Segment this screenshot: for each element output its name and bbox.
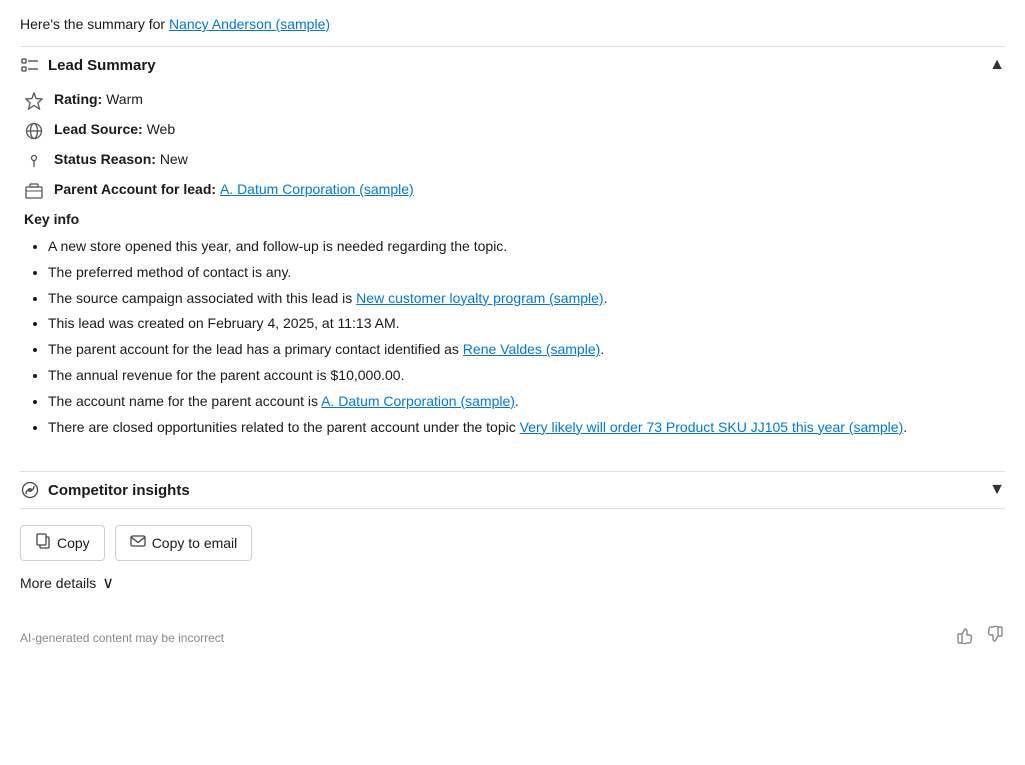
copy-button[interactable]: Copy bbox=[20, 525, 105, 561]
nancy-anderson-link[interactable]: Nancy Anderson (sample) bbox=[169, 16, 330, 32]
key-info-list: A new store opened this year, and follow… bbox=[24, 235, 1005, 439]
thumbs-down-icon[interactable] bbox=[985, 625, 1005, 650]
campaign-link[interactable]: New customer loyalty program (sample) bbox=[356, 290, 603, 306]
action-buttons: Copy Copy to email bbox=[20, 525, 1005, 561]
key-info-item-6: The annual revenue for the parent accoun… bbox=[48, 364, 1005, 388]
rating-icon bbox=[24, 91, 44, 111]
key-info-item-2: The preferred method of contact is any. bbox=[48, 261, 1005, 285]
key-info-item-7: The account name for the parent account … bbox=[48, 390, 1005, 414]
copy-to-email-label: Copy to email bbox=[152, 535, 238, 551]
lead-summary-chevron: ▲ bbox=[989, 56, 1005, 74]
a-datum-link[interactable]: A. Datum Corporation (sample) bbox=[321, 393, 515, 409]
parent-account-icon bbox=[24, 181, 44, 201]
key-info-item-5: The parent account for the lead has a pr… bbox=[48, 338, 1005, 362]
lead-source-label: Lead Source: bbox=[54, 121, 147, 137]
footer-row: AI-generated content may be incorrect bbox=[20, 617, 1005, 650]
status-reason-field: Status Reason: New bbox=[54, 151, 188, 167]
rating-value: Warm bbox=[106, 91, 143, 107]
parent-account-link[interactable]: A. Datum Corporation (sample) bbox=[220, 181, 414, 197]
feedback-icons bbox=[955, 625, 1005, 650]
intro-text: Here's the summary for bbox=[20, 16, 169, 32]
competitor-insights-header-left: Competitor insights bbox=[20, 480, 190, 500]
competitor-insights-title: Competitor insights bbox=[48, 482, 190, 499]
competitor-insights-header[interactable]: Competitor insights ▼ bbox=[20, 471, 1005, 509]
rating-label: Rating: bbox=[54, 91, 106, 107]
more-details-label: More details bbox=[20, 575, 96, 591]
copy-to-email-button[interactable]: Copy to email bbox=[115, 525, 253, 561]
lead-source-value: Web bbox=[147, 121, 176, 137]
key-info-item-1: A new store opened this year, and follow… bbox=[48, 235, 1005, 259]
lead-summary-title: Lead Summary bbox=[48, 57, 156, 74]
status-reason-row: Status Reason: New bbox=[20, 151, 1005, 171]
status-reason-value: New bbox=[160, 151, 188, 167]
status-reason-icon bbox=[24, 151, 44, 171]
rene-valdes-link[interactable]: Rene Valdes (sample) bbox=[463, 341, 600, 357]
key-info-item-8: There are closed opportunities related t… bbox=[48, 416, 1005, 440]
parent-account-field: Parent Account for lead: A. Datum Corpor… bbox=[54, 181, 414, 197]
parent-account-row: Parent Account for lead: A. Datum Corpor… bbox=[20, 181, 1005, 201]
copy-to-email-icon bbox=[130, 533, 146, 553]
ai-disclaimer: AI-generated content may be incorrect bbox=[20, 631, 224, 645]
more-details-row[interactable]: More details ∨ bbox=[20, 573, 1005, 593]
lead-source-field: Lead Source: Web bbox=[54, 121, 175, 137]
lead-summary-header-left: Lead Summary bbox=[20, 55, 156, 75]
more-details-chevron: ∨ bbox=[102, 573, 114, 593]
rating-field: Rating: Warm bbox=[54, 91, 143, 107]
key-info-item-4: This lead was created on February 4, 202… bbox=[48, 312, 1005, 336]
intro-line: Here's the summary for Nancy Anderson (s… bbox=[20, 16, 1005, 32]
opportunity-link[interactable]: Very likely will order 73 Product SKU JJ… bbox=[520, 419, 904, 435]
lead-summary-icon bbox=[20, 55, 40, 75]
lead-summary-body: Rating: Warm Lead Source: Web Status Rea… bbox=[20, 83, 1005, 463]
lead-source-row: Lead Source: Web bbox=[20, 121, 1005, 141]
competitor-insights-chevron: ▼ bbox=[989, 481, 1005, 499]
lead-source-icon bbox=[24, 121, 44, 141]
lead-summary-header[interactable]: Lead Summary ▲ bbox=[20, 46, 1005, 83]
competitor-insights-icon bbox=[20, 480, 40, 500]
key-info-section: Key info A new store opened this year, a… bbox=[20, 211, 1005, 439]
key-info-title: Key info bbox=[24, 211, 1005, 227]
thumbs-up-icon[interactable] bbox=[955, 625, 975, 650]
key-info-item-3: The source campaign associated with this… bbox=[48, 287, 1005, 311]
rating-row: Rating: Warm bbox=[20, 91, 1005, 111]
copy-button-label: Copy bbox=[57, 535, 90, 551]
copy-icon bbox=[35, 533, 51, 553]
status-reason-label: Status Reason: bbox=[54, 151, 160, 167]
parent-account-label: Parent Account for lead: bbox=[54, 181, 220, 197]
